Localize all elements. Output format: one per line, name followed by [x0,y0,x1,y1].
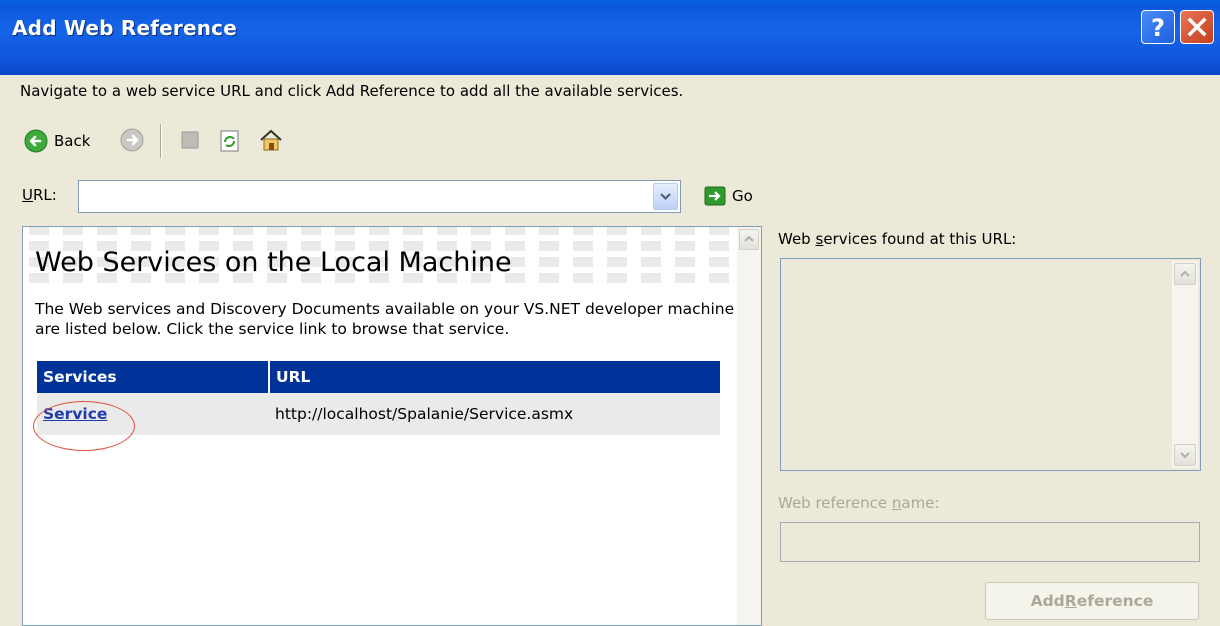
web-reference-name-input[interactable] [780,522,1200,562]
chevron-down-icon [660,193,671,201]
question-icon: ? [1151,14,1165,42]
home-button[interactable] [258,128,284,156]
scroll-up-button[interactable] [1174,263,1196,285]
help-button[interactable]: ? [1141,10,1175,44]
stop-button[interactable] [180,130,200,154]
url-input[interactable] [78,180,681,213]
svg-text:?: ? [1151,14,1165,42]
url-header: URL [268,361,720,393]
go-arrow-icon [704,186,726,206]
chevron-down-icon [1180,452,1190,459]
annotation-circle [33,401,135,451]
browser-pane: Web Services on the Local Machine The We… [22,226,762,626]
url-dropdown-button[interactable] [653,183,678,210]
services-header: Services [37,361,269,393]
back-label: Back [54,132,91,150]
stop-icon [181,131,199,149]
forward-button[interactable] [120,128,144,156]
page-description: The Web services and Discovery Documents… [35,300,735,338]
chevron-up-icon [1180,270,1190,277]
web-reference-name-label: Web reference name: [778,494,940,512]
refresh-icon [220,130,239,152]
browser-scrollbar[interactable] [737,227,761,625]
service-url-cell: http://localhost/Spalanie/Service.asmx [269,393,720,435]
url-label: URL: [22,186,57,204]
window-title: Add Web Reference [12,16,237,40]
add-reference-button[interactable]: Add Reference [985,582,1199,620]
chevron-up-icon [744,235,754,242]
forward-arrow-icon [120,128,144,152]
refresh-button[interactable] [219,130,241,156]
instructions-text: Navigate to a web service URL and click … [20,82,684,100]
table-row: Service http://localhost/Spalanie/Servic… [37,393,720,435]
back-arrow-icon [24,129,48,153]
toolbar-separator [160,124,162,158]
page-title: Web Services on the Local Machine [35,247,512,278]
found-services-scrollbar[interactable] [1172,261,1198,468]
found-services-list[interactable] [780,258,1201,471]
found-services-label: Web services found at this URL: [778,230,1017,248]
go-button[interactable]: Go [704,186,753,206]
scroll-down-button[interactable] [1174,444,1196,466]
home-icon [260,129,282,151]
close-button[interactable] [1180,10,1214,44]
scroll-up-button[interactable] [739,229,759,250]
title-bar: Add Web Reference ? [0,0,1220,75]
services-table: Services URL Service http://localhost/Sp… [37,361,720,435]
close-icon [1187,17,1207,37]
go-label: Go [732,187,753,205]
back-button[interactable]: Back [24,128,90,154]
